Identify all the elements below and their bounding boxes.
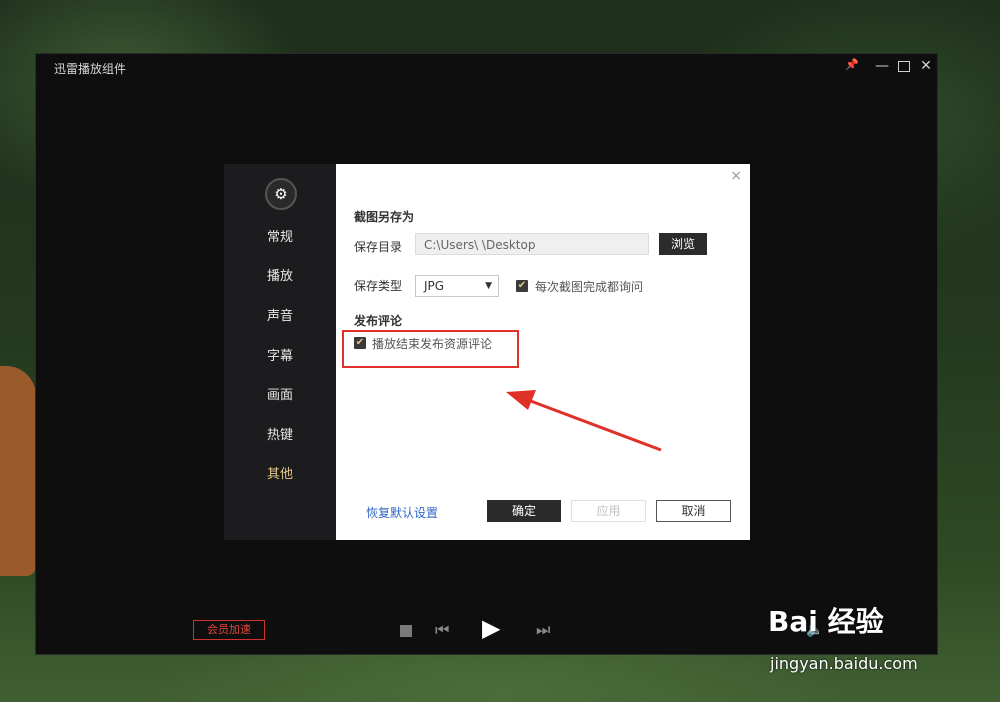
save-type-select[interactable]: JPG ▼ (415, 275, 499, 297)
chevron-down-icon: ▼ (485, 281, 492, 291)
gear-icon: ⚙ (265, 178, 297, 210)
sidebar-item-picture[interactable]: 画面 (224, 384, 336, 403)
close-button[interactable]: ✕ (916, 58, 936, 74)
minimize-button[interactable]: — (872, 58, 892, 74)
screenshot-section-title: 截图另存为 (354, 210, 415, 224)
play-icon[interactable]: ▶ (482, 614, 500, 642)
sidebar-item-general[interactable]: 常规 (224, 226, 336, 245)
highlight-annotation-box (342, 330, 519, 368)
next-icon[interactable]: ⏭ (536, 620, 550, 640)
save-type-label: 保存类型 (354, 279, 403, 293)
maximize-button[interactable] (894, 58, 914, 76)
baidu-jingyan-watermark: Bai 经验 (768, 605, 884, 638)
restore-defaults-link[interactable]: 恢复默认设置 (366, 504, 438, 521)
vip-speedup-button[interactable]: 会员加速 (193, 620, 265, 640)
sidebar-item-hotkeys[interactable]: 热键 (224, 424, 336, 443)
cancel-button[interactable]: 取消 (656, 500, 731, 522)
previous-icon[interactable]: ⏮ (435, 620, 449, 640)
sidebar-item-playback[interactable]: 播放 (224, 265, 336, 284)
save-type-value: JPG (424, 279, 445, 293)
window-title: 迅雷播放组件 (54, 62, 127, 76)
stop-icon[interactable] (400, 625, 412, 637)
save-dir-label: 保存目录 (354, 240, 403, 254)
ask-every-time-checkbox[interactable]: ✔ (516, 280, 528, 292)
sidebar-item-other[interactable]: 其他 (224, 463, 336, 482)
settings-dialog: ⚙ 常规 播放 声音 字幕 画面 热键 其他 × 截图另存为 保存目录 C:\U… (224, 164, 750, 540)
dialog-close-button[interactable]: × (730, 168, 742, 184)
maximize-icon (898, 61, 910, 72)
save-dir-input[interactable]: C:\Users\ \Desktop (415, 233, 649, 255)
red-arrow-annotation (506, 390, 662, 452)
watermark-url: jingyan.baidu.com (770, 654, 918, 673)
deer-background (0, 366, 36, 576)
settings-sidebar: ⚙ 常规 播放 声音 字幕 画面 热键 其他 (224, 164, 336, 540)
apply-button[interactable]: 应用 (571, 500, 646, 522)
pin-icon[interactable]: 📌 (842, 58, 862, 71)
sidebar-item-audio[interactable]: 声音 (224, 305, 336, 324)
ok-button[interactable]: 确定 (487, 500, 561, 522)
browse-button[interactable]: 浏览 (659, 233, 707, 255)
sidebar-item-subtitle[interactable]: 字幕 (224, 345, 336, 364)
ask-every-time-label: 每次截图完成都询问 (535, 280, 644, 294)
comment-section-title: 发布评论 (354, 314, 403, 328)
settings-panel: × 截图另存为 保存目录 C:\Users\ \Desktop 浏览 保存类型 … (336, 164, 750, 540)
